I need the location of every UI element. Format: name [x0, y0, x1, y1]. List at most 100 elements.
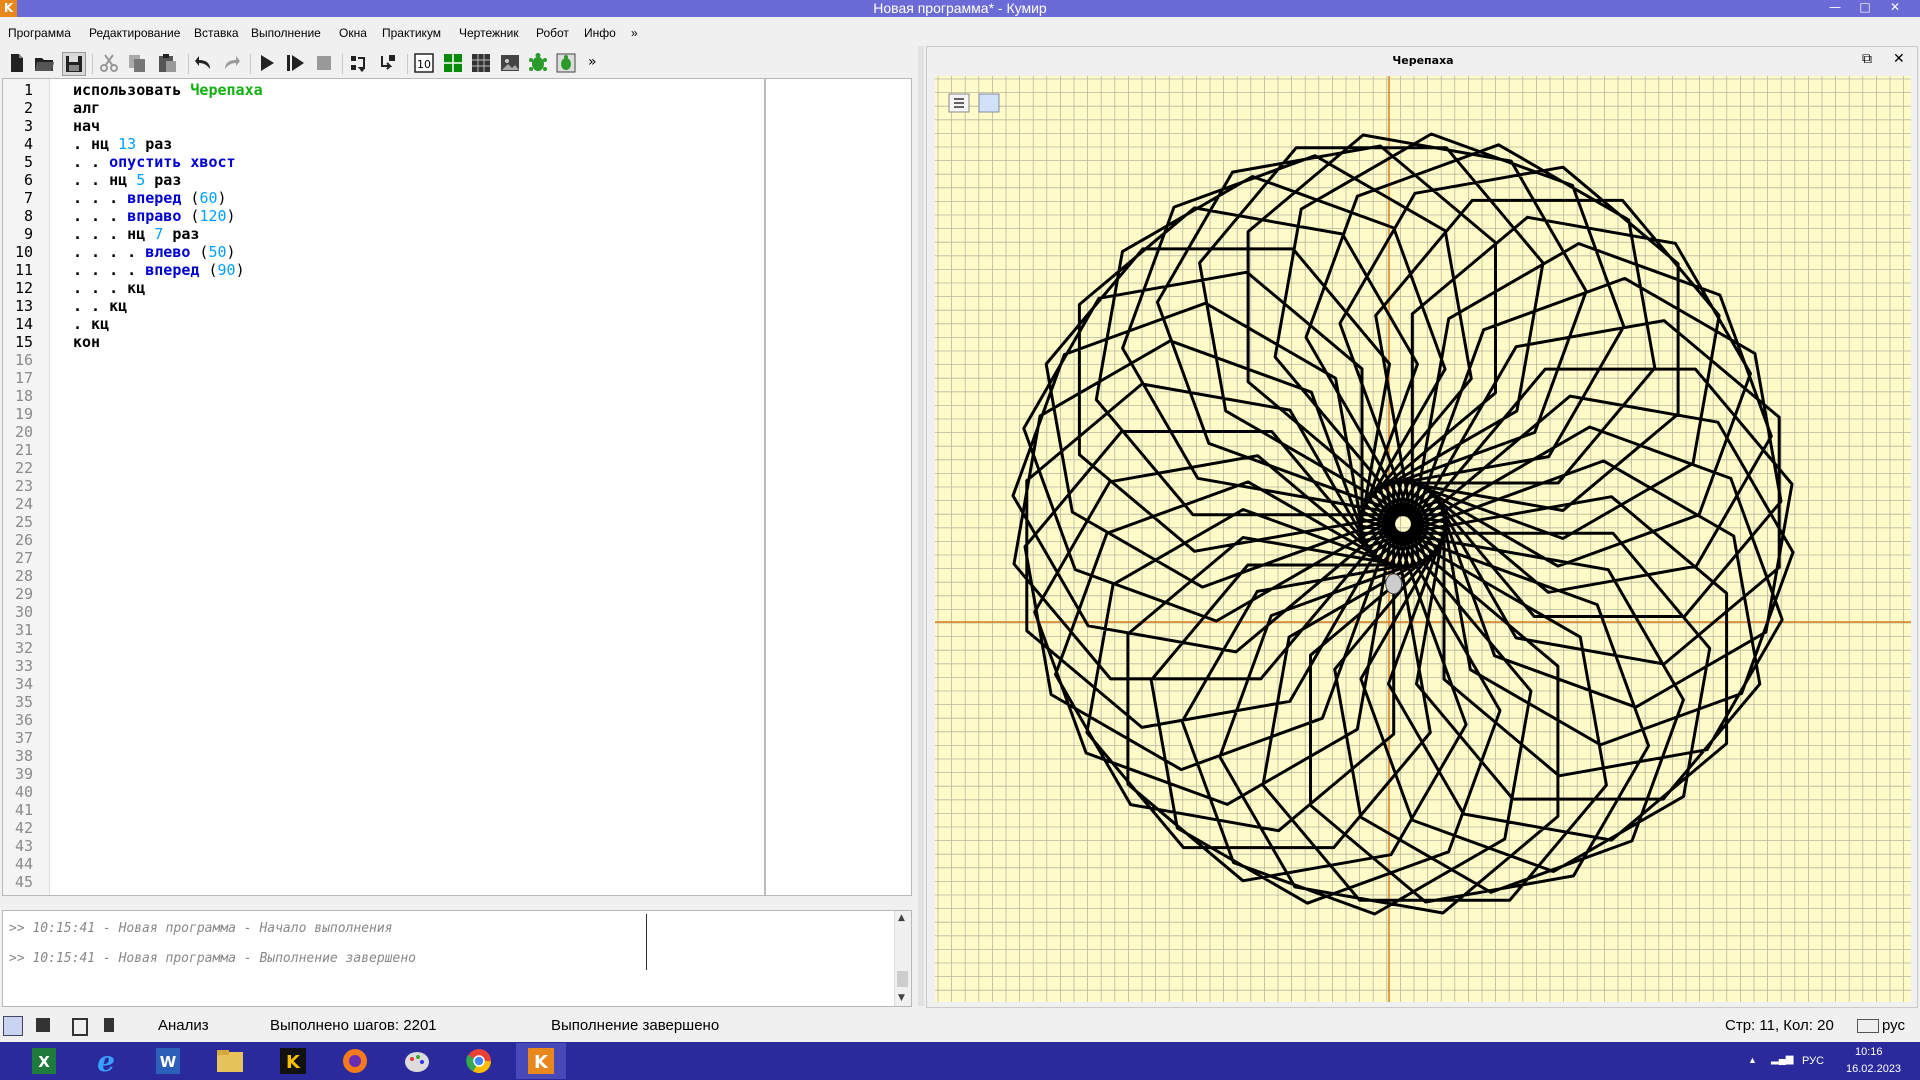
output-console[interactable]: >> 10:15:41 - Новая программа - Начало в… [2, 910, 912, 1007]
run-icon[interactable] [256, 52, 278, 74]
turtle-field-icon[interactable] [555, 52, 577, 74]
excel-icon[interactable]: X [19, 1043, 69, 1079]
code-token: . . . [73, 207, 128, 225]
firefox-icon[interactable] [330, 1043, 380, 1079]
word-icon[interactable]: W [143, 1043, 193, 1079]
turtle-icon[interactable] [527, 52, 549, 74]
step-out-icon[interactable] [377, 52, 399, 74]
tray-arrow-icon[interactable]: ▲ [1748, 1055, 1757, 1065]
drawer-grid-icon[interactable] [470, 52, 492, 74]
tray-date[interactable]: 16.02.2023 [1846, 1063, 1901, 1075]
scroll-thumb[interactable] [897, 971, 908, 987]
line-number: 2 [23, 99, 33, 117]
line-number: 37 [14, 729, 33, 747]
line-number: 40 [14, 783, 33, 801]
cut-icon[interactable] [98, 52, 120, 74]
variables-icon[interactable]: 10 [413, 52, 435, 74]
code-token: 5 [136, 171, 146, 189]
menu-program[interactable]: Программа [8, 26, 71, 40]
picture-icon[interactable] [499, 52, 521, 74]
line-number-gutter: 1 2 3 4 5 6 7 8 9 10 11 12 13 14 15 16 17 18 19 20 21 22 23 24 2… [3, 79, 50, 895]
stop-icon[interactable] [313, 52, 335, 74]
maximize-button[interactable]: □ [1852, 0, 1878, 17]
code-line[interactable]: . . . вправо (120) [73, 207, 236, 225]
code-token: ( [190, 243, 209, 261]
code-line[interactable]: . кц [73, 315, 109, 333]
line-number: 12 [14, 279, 33, 297]
code-line[interactable]: алг [73, 99, 100, 117]
menu-more[interactable]: » [631, 26, 638, 40]
menu-insert[interactable]: Вставка [194, 26, 239, 40]
menu-info[interactable]: Инфо [584, 26, 616, 40]
code-area[interactable]: использовать Черепаха алг нач. нц 13 раз. … [73, 79, 763, 895]
canvas-color-icon[interactable] [978, 93, 1000, 113]
clear-output-icon[interactable] [104, 1018, 114, 1032]
restore-panel-icon[interactable]: ⧉ [1862, 51, 1872, 67]
turtle-panel: Черепаха ⧉ ✕ [926, 46, 1918, 1008]
scroll-down-icon[interactable]: ▼ [898, 993, 905, 1003]
line-number: 17 [14, 369, 33, 387]
code-line[interactable]: нач [73, 117, 100, 135]
network-icon[interactable]: ▂▄▆ [1771, 1054, 1793, 1065]
code-line[interactable]: . нц 13 раз [73, 135, 172, 153]
redo-icon[interactable] [220, 52, 242, 74]
run-step-icon[interactable] [284, 52, 306, 74]
code-line[interactable]: кон [73, 333, 100, 351]
scroll-up-icon[interactable]: ▲ [898, 913, 905, 923]
code-line[interactable]: . . опустить хвост [73, 153, 236, 171]
code-token: ) [235, 261, 245, 279]
explorer-icon[interactable] [205, 1043, 255, 1079]
code-editor[interactable]: 1 2 3 4 5 6 7 8 9 10 11 12 13 14 15 16 17 18 19 20 21 22 23 24 2… [2, 78, 912, 896]
menu-robot[interactable]: Робот [536, 26, 569, 40]
code-token: вправо [127, 207, 182, 225]
robot-field-icon[interactable] [442, 52, 464, 74]
analysis-status: Анализ [158, 1017, 209, 1034]
code-token: . . кц [73, 297, 128, 315]
input-language[interactable]: рус [1882, 1017, 1905, 1034]
ie-icon[interactable]: e [81, 1043, 131, 1079]
code-line[interactable]: . . . . влево (50) [73, 243, 236, 261]
minimize-button[interactable]: — [1822, 0, 1848, 17]
console-toggle-icon[interactable] [3, 1016, 23, 1036]
step-into-icon[interactable] [348, 52, 370, 74]
panel-splitter[interactable] [918, 46, 924, 1006]
kumir-icon[interactable]: K [268, 1043, 318, 1079]
toolbar-overflow[interactable]: » [588, 54, 597, 70]
code-line[interactable]: . . нц 5 раз [73, 171, 181, 189]
code-line[interactable]: . . . нц 7 раз [73, 225, 199, 243]
new-file-icon[interactable] [6, 52, 28, 74]
chrome-icon[interactable] [454, 1043, 504, 1079]
paint-icon[interactable] [392, 1043, 442, 1079]
line-number: 9 [23, 225, 33, 243]
close-panel-icon[interactable]: ✕ [1893, 51, 1905, 67]
console-scrollbar[interactable]: ▲ ▼ [894, 911, 911, 1006]
tray-language[interactable]: РУС [1802, 1055, 1824, 1067]
copy-icon[interactable] [126, 52, 148, 74]
tray-time[interactable]: 10:16 [1855, 1046, 1883, 1058]
save-output-icon[interactable] [36, 1018, 50, 1032]
svg-text:10: 10 [417, 58, 431, 71]
menu-practicum[interactable]: Практикум [382, 26, 441, 40]
code-line[interactable]: использовать Черепаха [73, 81, 263, 99]
menu-run[interactable]: Выполнение [251, 26, 321, 40]
code-token: . кц [73, 315, 110, 333]
menu-windows[interactable]: Окна [339, 26, 367, 40]
close-window-button[interactable]: ✕ [1882, 0, 1908, 17]
code-line[interactable]: . . . кц [73, 279, 145, 297]
code-line[interactable]: . . . . вперед (90) [73, 261, 245, 279]
undo-icon[interactable] [193, 52, 215, 74]
kumir-active-icon[interactable]: K [516, 1043, 566, 1079]
canvas-menu-icon[interactable] [948, 93, 970, 113]
code-line[interactable]: . . . вперед (60) [73, 189, 227, 207]
copy-output-icon[interactable] [72, 1018, 88, 1036]
menu-drawer[interactable]: Чертежник [459, 26, 519, 40]
line-number: 29 [14, 585, 33, 603]
open-folder-icon[interactable] [33, 52, 55, 74]
menu-edit[interactable]: Редактирование [89, 26, 180, 40]
editor-margin-divider[interactable] [764, 79, 766, 895]
code-line[interactable]: . . кц [73, 297, 127, 315]
turtle-canvas[interactable] [935, 76, 1911, 1002]
line-number: 31 [14, 621, 33, 639]
save-icon[interactable] [62, 52, 86, 76]
paste-icon[interactable] [156, 52, 178, 74]
